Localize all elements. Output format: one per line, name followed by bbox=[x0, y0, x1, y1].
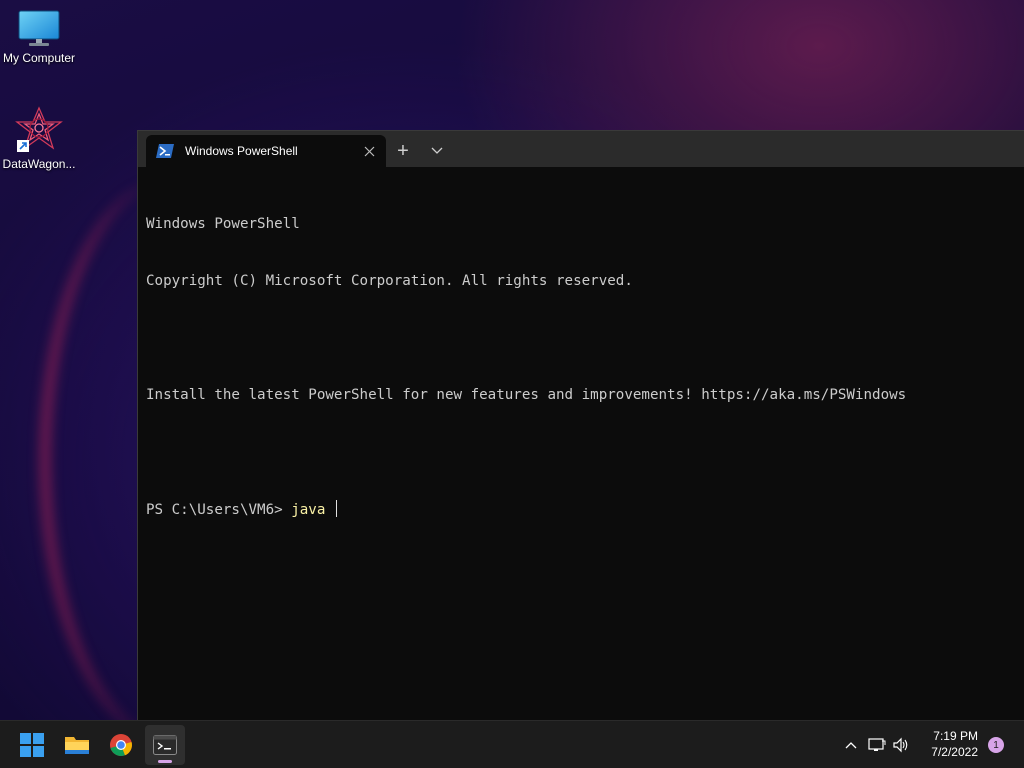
notification-badge[interactable]: 1 bbox=[988, 737, 1004, 753]
folder-icon bbox=[65, 737, 89, 754]
volume-icon[interactable] bbox=[892, 737, 910, 753]
active-app-indicator bbox=[158, 760, 172, 763]
desktop-icon-label: My Computer bbox=[2, 51, 76, 65]
desktop-icon-my-computer[interactable]: My Computer bbox=[0, 8, 78, 65]
close-tab-icon[interactable] bbox=[362, 144, 376, 158]
terminal-line: Copyright (C) Microsoft Corporation. All… bbox=[146, 273, 633, 289]
powershell-icon bbox=[156, 144, 174, 158]
prompt-line[interactable]: PS C:\Users\VM6> java bbox=[146, 500, 1016, 519]
chevron-down-icon bbox=[431, 147, 443, 154]
desktop-icon-datawagon[interactable]: DataWagon... bbox=[0, 106, 78, 171]
tab-dropdown-button[interactable] bbox=[420, 135, 454, 167]
start-button[interactable] bbox=[12, 725, 52, 765]
clock-time: 7:19 PM bbox=[933, 729, 978, 743]
taskbar-chrome[interactable] bbox=[101, 725, 141, 765]
terminal-output[interactable]: Windows PowerShell Copyright (C) Microso… bbox=[138, 167, 1024, 567]
tab-title: Windows PowerShell bbox=[185, 144, 298, 158]
taskbar: 7:19 PM 7/2/2022 1 bbox=[0, 720, 1024, 768]
plus-icon: + bbox=[397, 139, 409, 162]
terminal-line: Windows PowerShell bbox=[146, 216, 300, 232]
command-input[interactable]: java bbox=[291, 502, 334, 518]
terminal-window: Windows PowerShell + Windows PowerShell … bbox=[137, 130, 1024, 720]
chevron-up-icon bbox=[845, 742, 857, 749]
tab-windows-powershell[interactable]: Windows PowerShell bbox=[146, 135, 386, 167]
terminal-icon bbox=[153, 735, 177, 755]
datawagon-shortcut-icon bbox=[15, 106, 63, 152]
clock-date: 7/2/2022 bbox=[931, 745, 978, 759]
windows-logo-icon bbox=[20, 733, 44, 757]
chrome-icon bbox=[110, 734, 132, 757]
new-tab-button[interactable]: + bbox=[386, 135, 420, 167]
tab-bar: Windows PowerShell + bbox=[138, 131, 1024, 167]
text-cursor bbox=[335, 500, 337, 517]
network-icon[interactable] bbox=[868, 737, 886, 753]
taskbar-terminal[interactable] bbox=[145, 725, 185, 765]
clock[interactable]: 7:19 PM 7/2/2022 bbox=[931, 728, 978, 760]
desktop-icon-label: DataWagon... bbox=[2, 157, 76, 171]
monitor-icon bbox=[18, 10, 60, 46]
system-tray bbox=[840, 721, 910, 768]
prompt-text: PS C:\Users\VM6> bbox=[146, 502, 292, 518]
show-hidden-icons-button[interactable] bbox=[840, 721, 862, 768]
taskbar-file-explorer[interactable] bbox=[57, 725, 97, 765]
terminal-line: Install the latest PowerShell for new fe… bbox=[146, 387, 907, 403]
